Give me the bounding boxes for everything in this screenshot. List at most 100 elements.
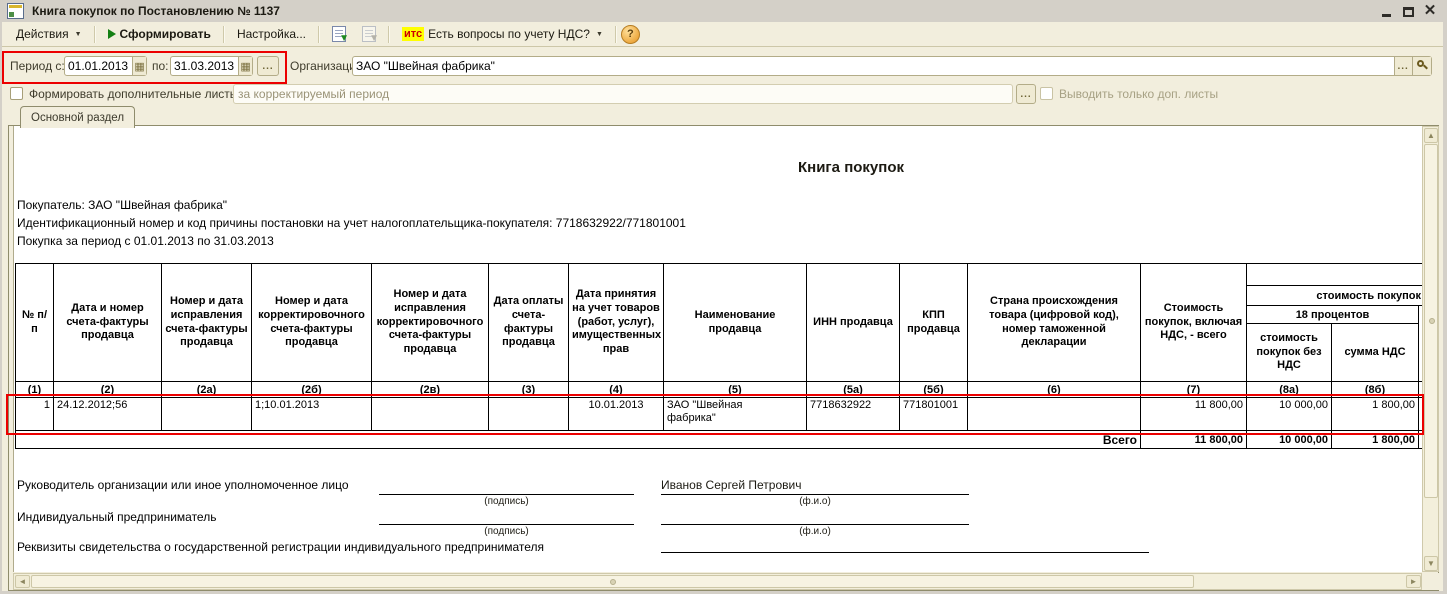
play-icon bbox=[107, 29, 116, 39]
col-header: ИНН продавца bbox=[806, 263, 900, 382]
cell-inn[interactable]: 7718632922 bbox=[806, 397, 900, 431]
vertical-scroll-thumb[interactable] bbox=[1424, 144, 1438, 498]
col-code: (8а) bbox=[1246, 381, 1332, 398]
minimize-icon[interactable] bbox=[1379, 4, 1393, 18]
settings-button[interactable]: Настройка... bbox=[229, 24, 314, 44]
cell-row-number[interactable]: 1 bbox=[15, 397, 54, 431]
ellipsis-label: ... bbox=[1397, 60, 1409, 72]
entrepreneur-label: Индивидуальный предприниматель bbox=[17, 510, 217, 524]
ellipsis-label: ... bbox=[1020, 88, 1032, 100]
toolbar-separator bbox=[93, 25, 96, 43]
its-help-button[interactable]: итс Есть вопросы по учету НДС? ▼ bbox=[394, 24, 611, 44]
adjusted-period-field: за корректируемый период bbox=[233, 84, 1013, 104]
generate-label: Сформировать bbox=[119, 27, 211, 41]
generate-button[interactable]: Сформировать bbox=[100, 24, 219, 44]
col-code: (5) bbox=[663, 381, 807, 398]
col-code: (5б) bbox=[899, 381, 968, 398]
application-window: { "titlebar": { "title": "Книга покупок … bbox=[0, 0, 1447, 594]
totals-total-with-vat: 11 800,00 bbox=[1140, 430, 1247, 449]
entrepreneur-name-block: (ф.и.о) bbox=[661, 508, 969, 537]
col-header: Стоимость покупок, включая НДС, - всего bbox=[1140, 263, 1247, 382]
actions-button[interactable]: Действия ▼ bbox=[8, 24, 90, 44]
report-canvas: Книга покупок Покупатель: ЗАО "Швейная ф… bbox=[13, 126, 1422, 572]
cell-seller[interactable]: ЗАО "Швейная фабрика" bbox=[663, 397, 807, 431]
save-values-button[interactable]: ▼ bbox=[354, 23, 384, 45]
calendar-icon[interactable]: ▦ bbox=[132, 57, 146, 75]
chevron-down-icon: ▼ bbox=[595, 30, 603, 38]
col-code: (6) bbox=[967, 381, 1141, 398]
scroll-right-icon[interactable]: ► bbox=[1406, 575, 1421, 588]
signature-caption: (подпись) bbox=[484, 526, 529, 537]
group-header-spacer bbox=[1245, 263, 1422, 286]
vertical-scrollbar[interactable]: ▲ ▼ bbox=[1422, 126, 1439, 572]
cell-accept-date[interactable]: 10.01.2013 bbox=[568, 397, 664, 431]
thumb-grip bbox=[1429, 318, 1435, 324]
its-question-label: Есть вопросы по учету НДС? bbox=[428, 27, 590, 41]
cell-invoice[interactable]: 24.12.2012;56 bbox=[53, 397, 162, 431]
cell-corrective[interactable]: 1;10.01.2013 bbox=[251, 397, 372, 431]
signature-line bbox=[661, 508, 969, 525]
cell-payment-date[interactable] bbox=[488, 397, 569, 431]
col-header: Номер и дата исправления корректировочно… bbox=[371, 263, 489, 382]
organization-search-button[interactable] bbox=[1411, 57, 1432, 75]
calendar-icon[interactable]: ▦ bbox=[238, 57, 252, 75]
col-header: Номер и дата корректировочного счета-фак… bbox=[251, 263, 372, 382]
period-to-input[interactable] bbox=[171, 59, 239, 73]
window-title: Книга покупок по Постановлению № 1137 bbox=[32, 4, 280, 18]
col-code: (2в) bbox=[371, 381, 489, 398]
period-to-field[interactable]: ▦ bbox=[170, 56, 253, 76]
cell-corrective-fix[interactable] bbox=[371, 397, 489, 431]
maximize-icon[interactable] bbox=[1401, 4, 1415, 18]
cell-net[interactable]: 10 000,00 bbox=[1246, 397, 1332, 431]
col-header: Страна происхождения товара (цифровой ко… bbox=[967, 263, 1141, 382]
only-extra-sheets-label: Выводить только доп. листы bbox=[1059, 87, 1219, 101]
thumb-grip bbox=[610, 579, 616, 585]
cell-kpp[interactable]: 771801001 bbox=[899, 397, 968, 431]
organization-field[interactable]: ... bbox=[352, 56, 1432, 76]
cell-total-with-vat[interactable]: 11 800,00 bbox=[1140, 397, 1247, 431]
col-header: Дата оплаты счета-фактуры продавца bbox=[488, 263, 569, 382]
cell-country[interactable] bbox=[967, 397, 1141, 431]
adjusted-period-placeholder: за корректируемый период bbox=[238, 87, 390, 101]
restore-values-button[interactable]: ▼ bbox=[324, 23, 354, 45]
group-header-cost: стоимость покупок bbox=[1245, 285, 1422, 306]
scroll-up-icon[interactable]: ▲ bbox=[1424, 128, 1438, 143]
tab-main-section[interactable]: Основной раздел bbox=[20, 106, 136, 128]
extra-sheets-label[interactable]: Формировать дополнительные листы bbox=[29, 87, 238, 101]
organization-input[interactable] bbox=[353, 59, 1394, 73]
registration-label: Реквизиты свидетельства о государственно… bbox=[17, 540, 545, 554]
horizontal-scroll-thumb[interactable] bbox=[31, 575, 1194, 588]
col-code: (3) bbox=[488, 381, 569, 398]
extra-sheets-checkbox[interactable] bbox=[10, 87, 23, 100]
scroll-down-icon[interactable]: ▼ bbox=[1424, 556, 1438, 571]
save-values-icon: ▼ bbox=[362, 26, 379, 44]
period-more-button[interactable]: ... bbox=[257, 56, 279, 76]
col-header: КПП продавца bbox=[899, 263, 968, 382]
report-buyer-line: Покупатель: ЗАО "Швейная фабрика" bbox=[17, 198, 228, 212]
head-signature-block: (подпись) bbox=[379, 478, 634, 507]
cell-vat[interactable]: 1 800,00 bbox=[1331, 397, 1419, 431]
totals-row: Всего 11 800,00 10 000,00 1 800,00 bbox=[15, 430, 1422, 449]
col-code: (2б) bbox=[251, 381, 372, 398]
help-icon[interactable]: ? bbox=[620, 24, 640, 44]
col-code: (7) bbox=[1140, 381, 1247, 398]
horizontal-scrollbar[interactable]: ◄ ► bbox=[13, 573, 1422, 590]
table-row: 1 24.12.2012;56 1;10.01.2013 10.01.2013 … bbox=[15, 397, 1422, 431]
adjusted-period-more-button[interactable]: ... bbox=[1016, 84, 1036, 104]
organization-more-button[interactable]: ... bbox=[1393, 57, 1412, 75]
col-code: (2) bbox=[53, 381, 162, 398]
cell-correction[interactable] bbox=[161, 397, 252, 431]
period-from-field[interactable]: ▦ bbox=[64, 56, 147, 76]
toolbar: Действия ▼ Сформировать Настройка... ▼ ▼… bbox=[2, 22, 1443, 47]
only-extra-sheets-checkbox[interactable] bbox=[1040, 87, 1053, 100]
signature-line bbox=[379, 508, 634, 525]
toolbar-separator bbox=[318, 25, 321, 43]
col-code: (5а) bbox=[806, 381, 900, 398]
chevron-down-icon: ▼ bbox=[74, 30, 82, 38]
period-from-input[interactable] bbox=[65, 59, 133, 73]
entrepreneur-signature-block: (подпись) bbox=[379, 508, 634, 537]
scroll-left-icon[interactable]: ◄ bbox=[15, 575, 30, 588]
tab-label: Основной раздел bbox=[31, 111, 125, 124]
title-bar: Книга покупок по Постановлению № 1137 ✕ bbox=[0, 0, 1447, 22]
close-icon[interactable]: ✕ bbox=[1423, 3, 1437, 18]
